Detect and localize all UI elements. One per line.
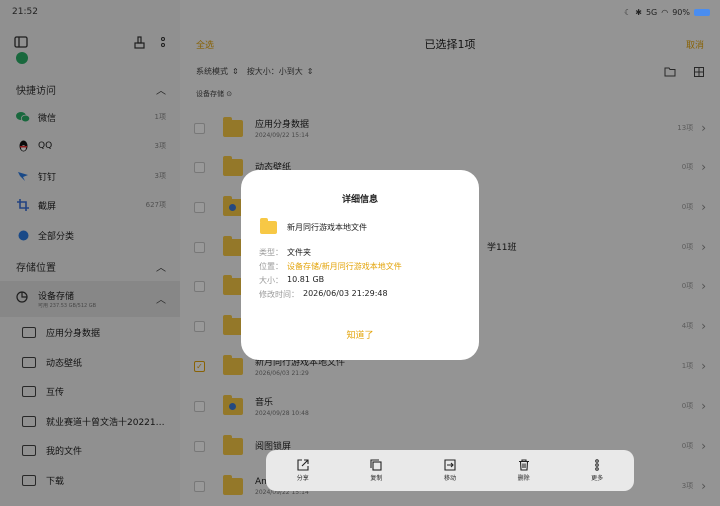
got-it-button[interactable]: 知道了 bbox=[241, 328, 479, 341]
status-icons: ☾ ✱ 5G ◠ 90% bbox=[624, 8, 710, 17]
dialog-title: 详细信息 bbox=[341, 195, 378, 205]
detail-key: 大小： bbox=[259, 276, 283, 285]
detail-key: 位置： bbox=[259, 262, 283, 271]
share-button[interactable]: 分享 bbox=[297, 459, 309, 482]
status-time: 21:52 bbox=[12, 7, 38, 17]
bottom-action-bar: 分享 复制 移动 删除 更多 bbox=[266, 450, 634, 491]
battery-percent: 90% bbox=[672, 7, 690, 17]
share-label: 分享 bbox=[296, 475, 309, 482]
folder-icon bbox=[260, 218, 277, 234]
copy-icon bbox=[370, 459, 382, 471]
move-button[interactable]: 移动 bbox=[444, 459, 456, 482]
detail-type: 类型： 文件夹 bbox=[259, 247, 311, 258]
copy-label: 复制 bbox=[370, 475, 383, 482]
move-icon bbox=[444, 459, 456, 471]
detail-value: 10.81 GB bbox=[287, 275, 325, 284]
detail-key: 修改时间： bbox=[259, 290, 299, 299]
more-button[interactable]: 更多 bbox=[591, 459, 603, 482]
more-label: 更多 bbox=[591, 475, 604, 482]
detail-size: 大小： 10.81 GB bbox=[259, 275, 324, 286]
move-label: 移动 bbox=[443, 475, 456, 482]
copy-button[interactable]: 复制 bbox=[370, 459, 382, 482]
detail-key: 类型： bbox=[259, 248, 283, 257]
detail-location: 位置： 设备存储/新月同行游戏本地文件 bbox=[259, 261, 402, 272]
status-bar: 21:52 ☾ ✱ 5G ◠ 90% bbox=[0, 0, 720, 24]
share-icon bbox=[297, 459, 309, 471]
bluetooth-icon: ✱ bbox=[635, 7, 642, 17]
detail-modified-time: 修改时间： 2026/06/03 21:29:48 bbox=[259, 289, 388, 300]
detail-value: 2026/06/03 21:29:48 bbox=[303, 289, 388, 298]
details-dialog: 详细信息 新月同行游戏本地文件 类型： 文件夹 位置： 设备存储/新月同行游戏本地文… bbox=[241, 170, 479, 360]
delete-button[interactable]: 删除 bbox=[518, 459, 530, 482]
network-label: 5G bbox=[645, 7, 658, 17]
delete-label: 删除 bbox=[517, 475, 530, 482]
wifi-icon: ◠ bbox=[661, 7, 669, 17]
battery-icon bbox=[694, 8, 710, 16]
dialog-file-header: 新月同行游戏本地文件 bbox=[260, 218, 367, 234]
detail-value: 文件夹 bbox=[287, 248, 311, 257]
location-link[interactable]: 设备存储/新月同行游戏本地文件 bbox=[287, 261, 402, 272]
dialog-file-name: 新月同行游戏本地文件 bbox=[287, 223, 367, 232]
dnd-icon: ☾ bbox=[624, 7, 632, 17]
trash-icon bbox=[518, 459, 529, 471]
more-vertical-icon bbox=[595, 459, 599, 471]
